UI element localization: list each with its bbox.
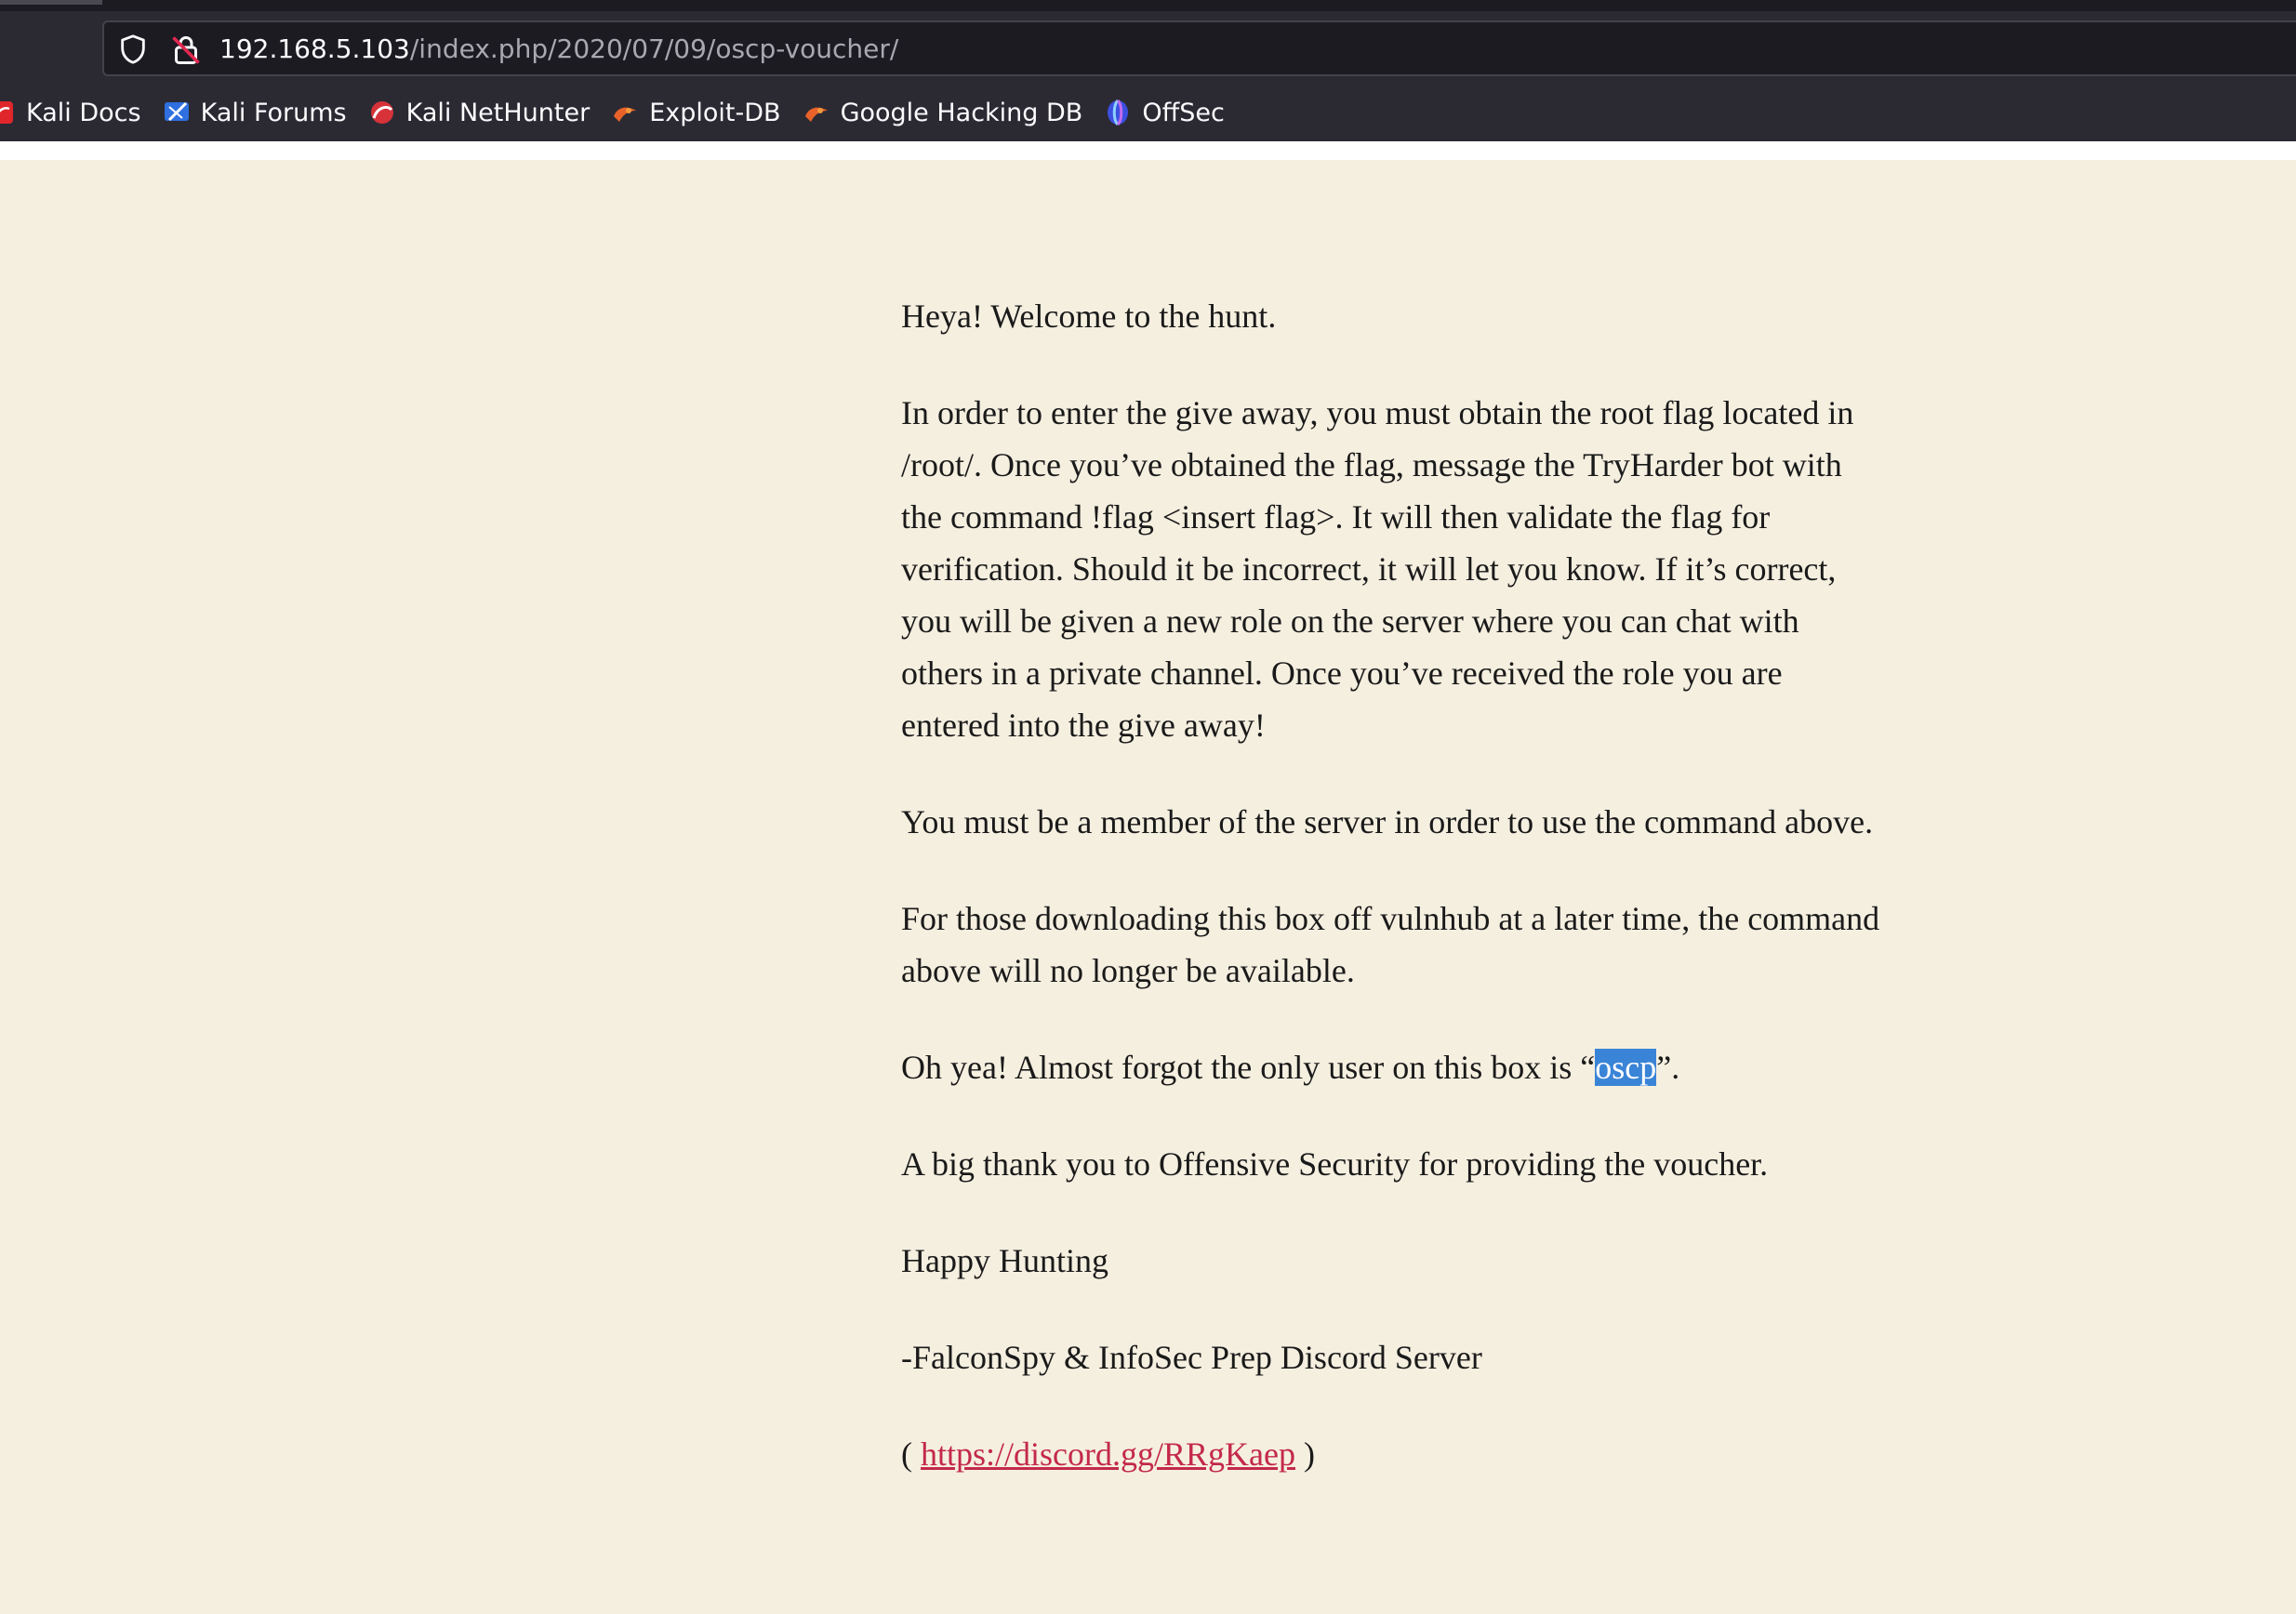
offsec-icon <box>1108 99 1129 126</box>
link-paragraph: ( https://discord.gg/RRgKaep ) <box>901 1428 1887 1480</box>
bookmark-offsec[interactable]: OffSec <box>1103 98 1225 127</box>
browser-chrome: 192.168.5.103/index.php/2020/07/09/oscp-… <box>0 0 2296 141</box>
bookmark-kali-nethunter[interactable]: Kali NetHunter <box>367 98 591 127</box>
thanks-paragraph: A big thank you to Offensive Security fo… <box>901 1145 1769 1183</box>
bookmarks-toolbar: Kali Docs Kali Forums Kali NetHunter Exp… <box>0 91 2296 134</box>
url-text[interactable]: 192.168.5.103/index.php/2020/07/09/oscp-… <box>219 33 898 66</box>
membership-paragraph: You must be a member of the server in or… <box>901 803 1874 840</box>
bookmark-label: OffSec <box>1142 98 1225 127</box>
bookmark-kali-docs[interactable]: Kali Docs <box>0 98 141 127</box>
address-bar[interactable]: 192.168.5.103/index.php/2020/07/09/oscp-… <box>102 20 2296 76</box>
user-note-after: ”. <box>1656 1049 1680 1086</box>
link-close-paren: ) <box>1294 1435 1315 1473</box>
bookmark-label: Google Hacking DB <box>840 98 1083 127</box>
vulnhub-paragraph: For those downloading this box off vulnh… <box>901 900 1880 989</box>
selected-username[interactable]: oscp <box>1595 1049 1657 1086</box>
tab-strip <box>0 0 2296 11</box>
bookmark-kali-forums[interactable]: Kali Forums <box>162 98 347 127</box>
closing-paragraph: Happy Hunting <box>901 1242 1108 1279</box>
kali-nethunter-icon <box>370 101 393 124</box>
bookmark-label: Kali NetHunter <box>405 98 591 127</box>
discord-link[interactable]: https://discord.gg/RRgKaep <box>921 1435 1295 1473</box>
instructions-paragraph: In order to enter the give away, you mus… <box>901 394 1854 744</box>
exploit-db-icon <box>614 107 637 122</box>
greeting-paragraph: Heya! Welcome to the hunt. <box>901 298 1277 335</box>
link-open-paren: ( <box>901 1435 921 1473</box>
user-paragraph: Oh yea! Almost forgot the only user on t… <box>901 1041 1887 1093</box>
active-tab-indicator[interactable] <box>0 0 102 5</box>
signature-paragraph: -FalconSpy & InfoSec Prep Discord Server <box>901 1339 1482 1376</box>
bookmark-label: Kali Forums <box>200 98 347 127</box>
toolbar-divider <box>0 141 2296 160</box>
bookmark-exploit-db[interactable]: Exploit-DB <box>610 98 781 127</box>
url-host: 192.168.5.103 <box>219 33 410 64</box>
insecure-lock-icon[interactable] <box>169 33 203 67</box>
bookmark-google-hacking-db[interactable]: Google Hacking DB <box>802 98 1083 127</box>
kali-forums-icon <box>164 101 189 122</box>
url-path: /index.php/2020/07/09/oscp-voucher/ <box>409 33 899 64</box>
page-content: Heya! Welcome to the hunt. In order to e… <box>0 160 2296 1614</box>
google-hacking-db-icon <box>804 107 828 122</box>
kali-docs-icon <box>0 101 13 124</box>
user-note-before: Oh yea! Almost forgot the only user on t… <box>901 1049 1596 1086</box>
bookmark-label: Exploit-DB <box>649 98 781 127</box>
bookmark-label: Kali Docs <box>26 98 141 127</box>
post-content: Heya! Welcome to the hunt. In order to e… <box>901 290 1887 1525</box>
shield-icon[interactable] <box>117 33 149 65</box>
